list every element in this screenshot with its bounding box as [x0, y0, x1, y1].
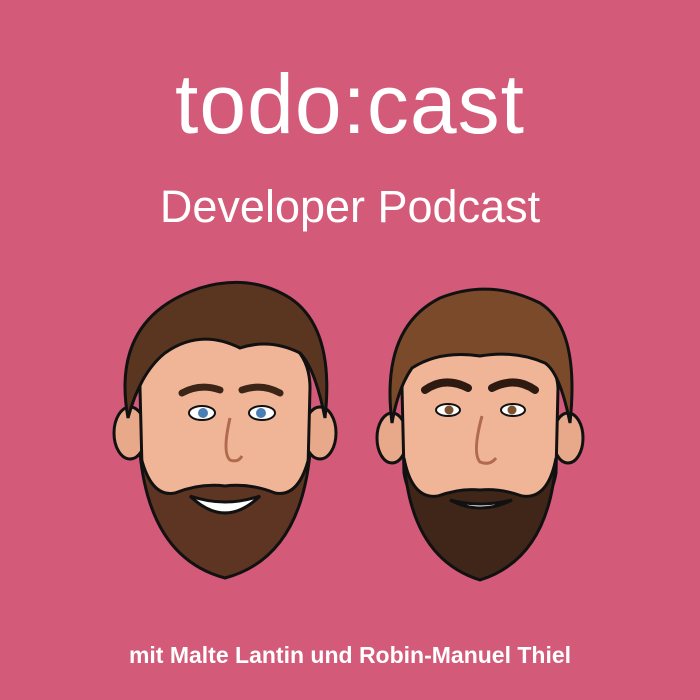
podcast-subtitle: Developer Podcast: [159, 181, 541, 232]
host-left-face: [112, 280, 338, 580]
podcast-cover: todo:cast Developer Podcast mit Malte La…: [0, 0, 700, 700]
host-right-face: [375, 287, 585, 582]
hosts-illustration: [112, 280, 585, 582]
hosts-byline: mit Malte Lantin und Robin-Manuel Thiel: [128, 642, 572, 668]
podcast-title: todo:cast: [175, 57, 525, 151]
